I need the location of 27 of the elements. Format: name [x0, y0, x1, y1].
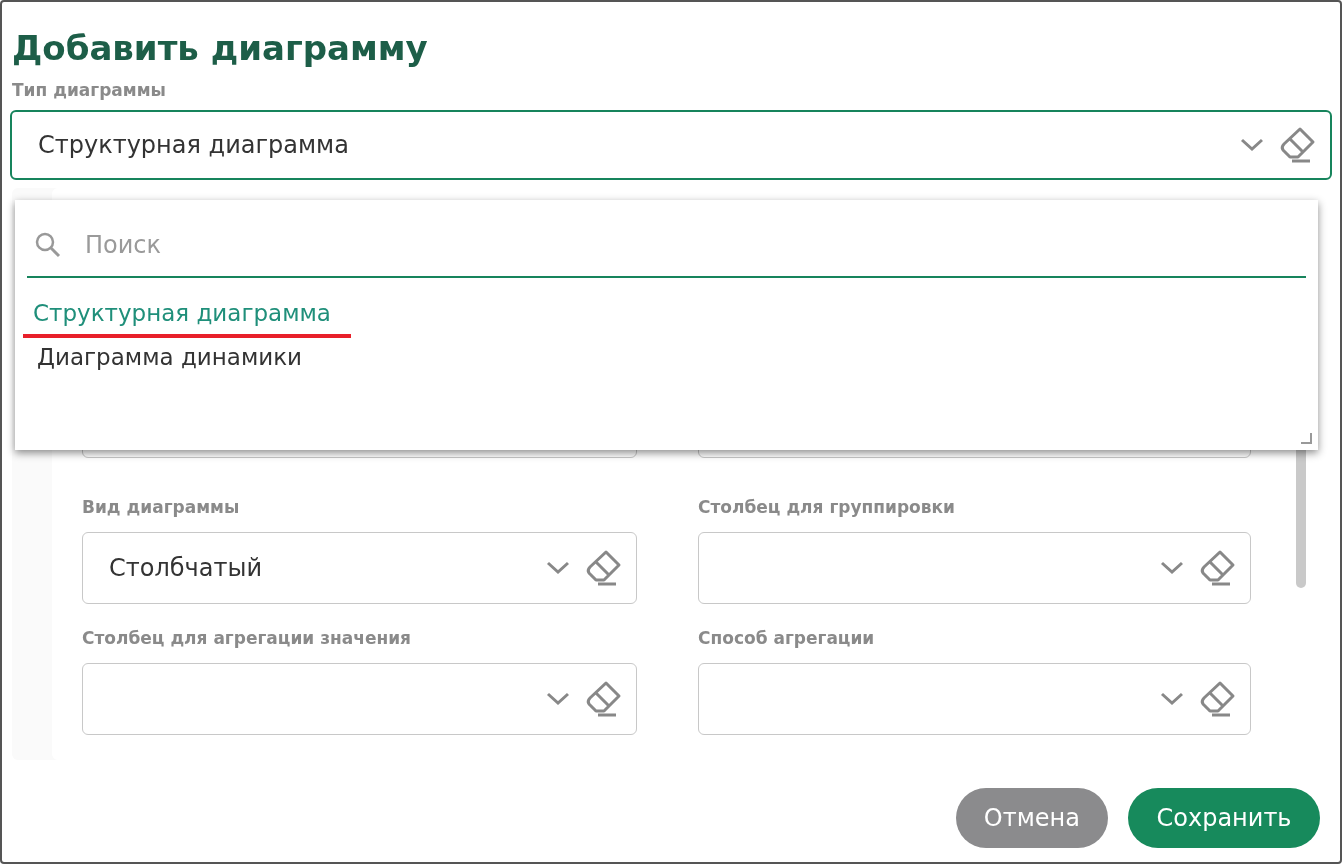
search-icon: [35, 232, 61, 258]
dropdown-option[interactable]: Структурная диаграмма: [23, 294, 351, 338]
select-field[interactable]: [82, 663, 637, 735]
chevron-down-icon[interactable]: [546, 561, 570, 575]
eraser-icon[interactable]: [1278, 126, 1316, 164]
chevron-down-icon[interactable]: [1160, 561, 1184, 575]
chevron-down-icon[interactable]: [1240, 138, 1264, 152]
select-field[interactable]: [698, 663, 1251, 735]
select-field[interactable]: Структурная диаграмма: [10, 110, 1332, 180]
field-label: Тип диаграммы: [12, 80, 167, 100]
dropdown-option[interactable]: Диаграмма динамики: [27, 338, 323, 382]
eraser-icon[interactable]: [1198, 680, 1236, 718]
dialog-title: Добавить диаграмму: [12, 28, 429, 68]
eraser-icon[interactable]: [584, 549, 622, 587]
chevron-down-icon[interactable]: [1160, 692, 1184, 706]
field-label: Столбец для группировки: [698, 497, 956, 517]
field-label: Вид диаграммы: [82, 497, 241, 517]
resize-grip-icon[interactable]: [1300, 432, 1312, 444]
eraser-icon[interactable]: [1198, 549, 1236, 587]
field-label: Способ агрегации: [698, 628, 876, 648]
search-field[interactable]: Поиск: [83, 230, 1306, 260]
save-button[interactable]: Сохранить: [1128, 788, 1320, 848]
select-field[interactable]: [698, 532, 1251, 604]
select-field[interactable]: Столбчатый: [82, 532, 637, 604]
field-label: Столбец для агрегации значения: [82, 628, 412, 648]
chevron-down-icon[interactable]: [546, 692, 570, 706]
eraser-icon[interactable]: [584, 680, 622, 718]
